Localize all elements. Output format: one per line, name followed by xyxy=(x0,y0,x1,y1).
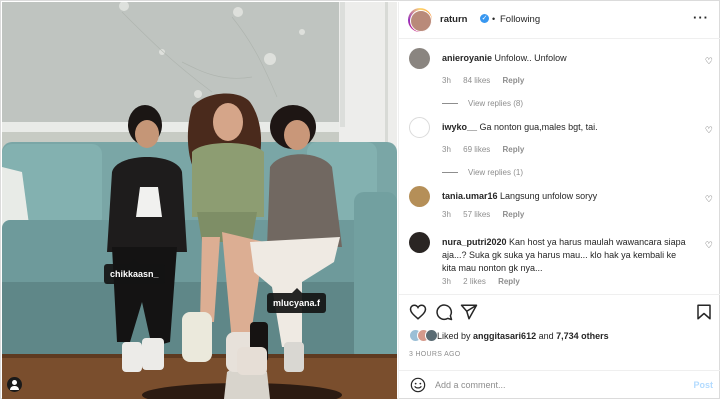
emoji-icon[interactable] xyxy=(410,377,426,393)
verified-badge-icon: ✓ xyxy=(480,14,489,23)
comment-likes[interactable]: 69 likes xyxy=(463,145,490,154)
comment-meta: 3h 2 likes Reply xyxy=(442,277,530,286)
view-replies-button[interactable]: View replies (8) xyxy=(442,99,523,108)
comment-body: Unfolow.. Unfolow xyxy=(494,53,567,63)
comment-like-icon[interactable]: ♡ xyxy=(705,194,713,205)
photo-user-tag[interactable]: chikkaasn_ xyxy=(104,259,165,284)
comment-time[interactable]: 3h xyxy=(442,277,451,286)
comment-time[interactable]: 3h xyxy=(442,210,451,219)
photo-illustration xyxy=(2,2,397,399)
liked-by-user-link[interactable]: anggitasari612 xyxy=(473,331,536,341)
add-comment-bar: Post xyxy=(399,370,720,399)
instagram-post-window: chikkaasn_ mlucyana.f raturn ✓ • Followi… xyxy=(0,0,720,399)
reply-button[interactable]: Reply xyxy=(503,76,525,85)
comment-time[interactable]: 3h xyxy=(442,76,451,85)
comment-time[interactable]: 3h xyxy=(442,145,451,154)
post-actions: Liked by anggitasari612 and 7,734 others… xyxy=(399,294,720,366)
post-time-ago[interactable]: 3 HOURS AGO xyxy=(409,351,461,358)
commenter-username[interactable]: iwyko__ xyxy=(442,122,477,132)
commenter-avatar[interactable] xyxy=(409,186,430,207)
commenter-username[interactable]: anieroyanie xyxy=(442,53,492,63)
comment-text: anieroyanie Unfolow.. Unfolow xyxy=(442,52,692,65)
comment-body: Langsung unfolow soryy xyxy=(500,191,598,201)
reply-button[interactable]: Reply xyxy=(498,277,520,286)
reply-button[interactable]: Reply xyxy=(503,145,525,154)
add-comment-input[interactable] xyxy=(435,378,675,392)
following-button[interactable]: Following xyxy=(500,14,540,25)
liked-by-prefix: Liked by xyxy=(437,331,471,341)
liked-by-and: and xyxy=(538,331,554,341)
post-side-panel: raturn ✓ • Following ··· anieroyanie Unf… xyxy=(398,2,720,399)
comments-list[interactable]: anieroyanie Unfolow.. Unfolow 3h 84 like… xyxy=(399,40,720,294)
photo-user-tag[interactable]: mlucyana.f xyxy=(267,288,327,313)
reply-button[interactable]: Reply xyxy=(503,210,525,219)
post-photo[interactable]: chikkaasn_ mlucyana.f xyxy=(2,2,397,399)
comment-likes[interactable]: 2 likes xyxy=(463,277,486,286)
commenter-avatar[interactable] xyxy=(409,48,430,69)
more-options-icon[interactable]: ··· xyxy=(693,10,709,25)
commenter-avatar[interactable] xyxy=(409,117,430,138)
view-replies-button[interactable]: View replies (1) xyxy=(442,168,523,177)
comment-likes[interactable]: 57 likes xyxy=(463,210,490,219)
view-replies-label[interactable]: View replies (1) xyxy=(468,168,523,177)
view-replies-label[interactable]: View replies (8) xyxy=(468,99,523,108)
post-header: raturn ✓ • Following ··· xyxy=(399,2,720,39)
comment-meta: 3h 84 likes Reply xyxy=(442,76,534,85)
commenter-username[interactable]: tania.umar16 xyxy=(442,191,498,201)
comment-meta: 3h 57 likes Reply xyxy=(442,210,534,219)
comment-icon[interactable] xyxy=(435,303,453,321)
commenter-avatar[interactable] xyxy=(409,232,430,253)
comment-text: iwyko__ Ga nonton gua,males bgt, tai. xyxy=(442,121,692,134)
comment-like-icon[interactable]: ♡ xyxy=(705,56,713,67)
commenter-username[interactable]: nura_putri2020 xyxy=(442,237,507,247)
comment-likes[interactable]: 84 likes xyxy=(463,76,490,85)
post-comment-button[interactable]: Post xyxy=(693,380,713,390)
header-separator: • xyxy=(492,14,496,24)
author-avatar[interactable] xyxy=(408,8,432,32)
share-icon[interactable] xyxy=(460,303,478,321)
liked-by-text: Liked by anggitasari612 and 7,734 others xyxy=(437,331,609,341)
comment-text: nura_putri2020 Kan host ya harus maulah … xyxy=(442,236,692,275)
bookmark-icon[interactable] xyxy=(695,303,713,321)
author-username[interactable]: raturn xyxy=(440,14,467,25)
comment-meta: 3h 69 likes Reply xyxy=(442,145,534,154)
tagged-users-icon[interactable] xyxy=(7,377,22,392)
liked-by-others-link[interactable]: 7,734 others xyxy=(556,331,609,341)
comment-like-icon[interactable]: ♡ xyxy=(705,240,713,251)
heart-icon[interactable] xyxy=(409,303,427,321)
comment-like-icon[interactable]: ♡ xyxy=(705,125,713,136)
comment-body: Ga nonton gua,males bgt, tai. xyxy=(479,122,598,132)
comment-text: tania.umar16 Langsung unfolow soryy xyxy=(442,190,692,203)
